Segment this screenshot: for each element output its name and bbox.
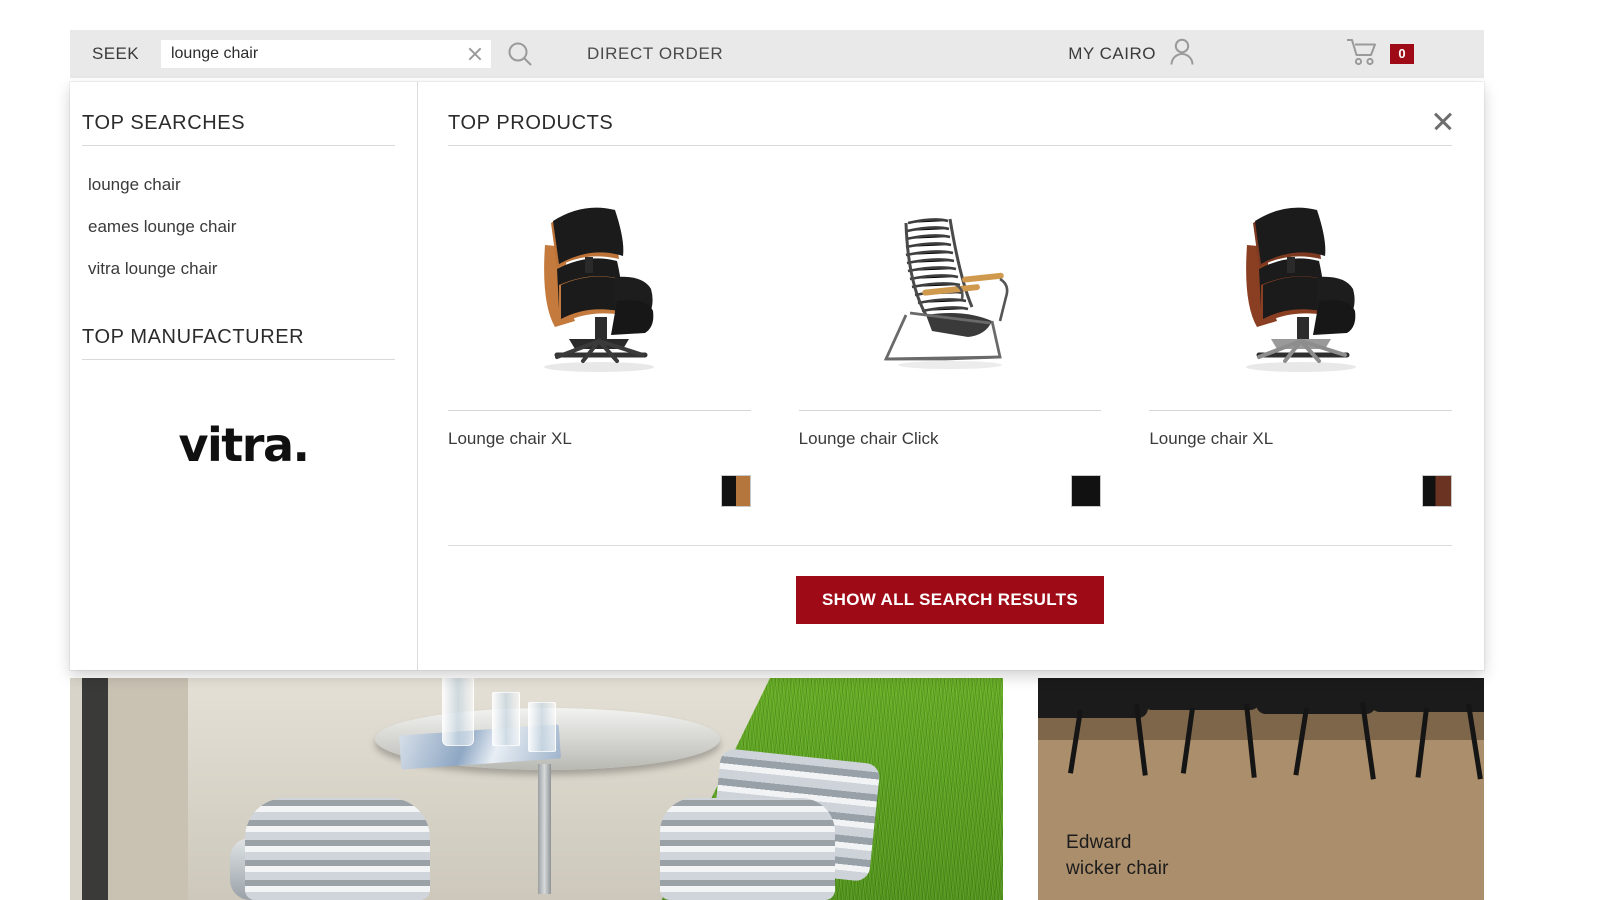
user-icon	[1168, 37, 1196, 72]
cart-count-badge: 0	[1390, 44, 1414, 64]
search-input[interactable]	[160, 40, 491, 68]
search-field-wrapper	[160, 40, 491, 68]
my-account-link[interactable]: MY CAIRO	[1068, 37, 1196, 72]
drinking-glass-2	[528, 702, 556, 752]
top-searches-list: lounge chair eames lounge chair vitra lo…	[70, 146, 417, 290]
product-divider	[1149, 410, 1453, 411]
top-products-title: TOP PRODUCTS	[448, 112, 614, 134]
clear-search-icon[interactable]	[467, 46, 483, 62]
building-wall	[70, 678, 188, 900]
drinking-glass-1	[492, 692, 520, 746]
seek-label: SEEK	[92, 44, 139, 63]
product-card: Lounge chair XL	[448, 180, 751, 507]
product-image-eames-cherry[interactable]	[448, 180, 751, 388]
panel-actions: SHOW ALL SEARCH RESULTS	[448, 576, 1452, 624]
top-bar: SEEK DIRECT ORDER MY CAIRO	[70, 30, 1484, 78]
wicker-chair-3	[1256, 678, 1376, 714]
promo-card-subtitle: wicker chair	[1066, 858, 1169, 879]
vitra-logo[interactable]: vitra.	[70, 418, 417, 472]
promo-card-title: Edward	[1066, 832, 1132, 853]
page-root: Edward wicker chair SEEK DIRECT ORDER MY…	[0, 0, 1600, 900]
top-products-divider	[448, 145, 1452, 146]
product-name[interactable]: Lounge chair XL	[448, 429, 751, 449]
search-suggestion-item[interactable]: eames lounge chair	[70, 206, 417, 248]
product-name[interactable]: Lounge chair XL	[1149, 429, 1452, 449]
table-stem	[538, 764, 551, 894]
product-image-eames-rosewood[interactable]	[1149, 180, 1452, 388]
promo-card-caption: Edward wicker chair	[1066, 830, 1169, 882]
product-card: Lounge chair Click	[798, 180, 1102, 507]
search-suggestion-item[interactable]: lounge chair	[70, 164, 417, 206]
background-content: Edward wicker chair	[70, 660, 1484, 900]
top-manufacturer-divider	[82, 359, 395, 360]
wicker-chair-1	[1038, 678, 1148, 718]
cart-button[interactable]: 0	[1346, 37, 1414, 72]
show-all-search-results-button[interactable]: SHOW ALL SEARCH RESULTS	[796, 576, 1104, 624]
wicker-chair-2	[1142, 678, 1260, 710]
search-suggestions-panel: TOP SEARCHES lounge chair eames lounge c…	[70, 82, 1484, 670]
product-card: Lounge chair XL	[1149, 180, 1453, 507]
color-swatch-black-cherry[interactable]	[720, 475, 751, 507]
product-swatches	[799, 475, 1102, 507]
panel-bottom-divider	[448, 545, 1452, 546]
aluminium-chair-front	[245, 798, 430, 900]
search-suggestion-item[interactable]: vitra lounge chair	[70, 248, 417, 290]
top-products-grid: Lounge chair XL Lounge chair Click Loung…	[448, 180, 1453, 507]
search-icon[interactable]	[505, 39, 535, 69]
water-bottle	[442, 678, 474, 746]
top-manufacturer-title: TOP MANUFACTURER	[82, 326, 305, 348]
promo-card-patio[interactable]	[70, 678, 1003, 900]
product-divider	[448, 410, 751, 411]
color-swatch-black[interactable]	[1071, 475, 1102, 507]
promo-card-edward[interactable]: Edward wicker chair	[1038, 678, 1484, 900]
aluminium-chair-right-front	[660, 798, 835, 900]
panel-content: TOP PRODUCTS Lounge chair XL Lounge chai…	[418, 82, 1484, 670]
panel-sidebar: TOP SEARCHES lounge chair eames lounge c…	[70, 82, 418, 670]
direct-order-link[interactable]: DIRECT ORDER	[587, 44, 723, 64]
product-swatches	[448, 475, 751, 507]
top-manufacturer-block: TOP MANUFACTURER vitra.	[70, 326, 417, 472]
product-divider	[798, 410, 1102, 411]
product-image-click-lounge[interactable]	[799, 180, 1102, 388]
product-swatches	[1149, 475, 1453, 507]
my-account-label: MY CAIRO	[1068, 44, 1156, 63]
top-searches-title: TOP SEARCHES	[82, 112, 246, 134]
color-swatch-black-rosewood[interactable]	[1422, 475, 1453, 507]
product-name[interactable]: Lounge chair Click	[799, 429, 1102, 449]
shopping-cart-icon	[1346, 37, 1380, 72]
